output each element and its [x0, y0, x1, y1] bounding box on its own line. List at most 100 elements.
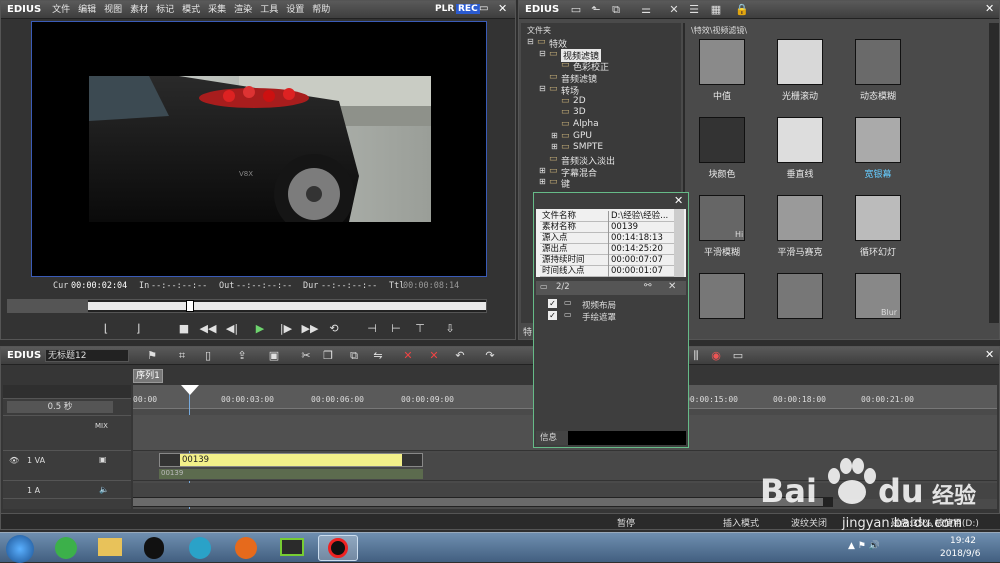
browser-task-icon[interactable]: [46, 535, 86, 561]
layer-close-icon[interactable]: ✕: [668, 281, 676, 292]
properties-icon[interactable]: ☰: [685, 2, 703, 18]
eye-icon[interactable]: 👁: [9, 456, 19, 465]
copy-icon[interactable]: ⧉: [607, 2, 625, 18]
menu-item-7[interactable]: 渲染: [230, 1, 256, 19]
effect-label[interactable]: 平滑马赛克: [765, 245, 835, 258]
status-insert[interactable]: 插入模式: [723, 516, 759, 529]
menu-item-10[interactable]: 帮助: [308, 1, 334, 19]
effect-label[interactable]: 动态模糊: [843, 89, 913, 102]
layer-link-icon[interactable]: ⚯: [644, 281, 652, 291]
record-icon[interactable]: ◉: [707, 348, 725, 364]
tree-expander-11[interactable]: ⊞: [539, 166, 546, 175]
menu-item-5[interactable]: 模式: [178, 1, 204, 19]
recorder-task-icon[interactable]: [318, 535, 358, 561]
save-icon[interactable]: ▣: [265, 348, 283, 364]
tree-expander-9[interactable]: ⊞: [551, 142, 558, 151]
menu-item-9[interactable]: 设置: [282, 1, 308, 19]
split-icon[interactable]: ⫼: [687, 348, 705, 364]
replace-icon[interactable]: ⇋: [369, 348, 387, 364]
tree-expander-8[interactable]: ⊞: [551, 131, 558, 140]
mark-out-icon[interactable]: ⌋: [129, 321, 147, 337]
layer-checkbox[interactable]: ✓: [548, 311, 557, 320]
palette-scrollbar[interactable]: [989, 23, 999, 323]
menu-item-0[interactable]: 文件: [48, 1, 74, 19]
effect-label[interactable]: 平滑模糊: [687, 245, 757, 258]
tree-item-label[interactable]: SMPTE: [573, 142, 603, 152]
menu-item-8[interactable]: 工具: [256, 1, 282, 19]
effect-thumbnail[interactable]: [855, 195, 901, 241]
ripple-delete-icon[interactable]: ✕: [425, 348, 443, 364]
menu-item-4[interactable]: 标记: [152, 1, 178, 19]
menu-item-6[interactable]: 采集: [204, 1, 230, 19]
loop-icon[interactable]: ⟲: [325, 321, 343, 337]
info-scrollbar[interactable]: [674, 209, 684, 277]
tree-expander-12[interactable]: ⊞: [539, 177, 546, 186]
qq-task-icon[interactable]: [134, 535, 174, 561]
trim-icon[interactable]: ⊤: [411, 321, 429, 337]
step-back-icon[interactable]: ◀|: [223, 321, 241, 337]
minimize-icon[interactable]: ▭: [479, 3, 488, 14]
effect-thumbnail[interactable]: [777, 117, 823, 163]
paste-icon[interactable]: ⧉: [345, 348, 363, 364]
redo-icon[interactable]: ↷: [481, 348, 499, 364]
effects-close-icon[interactable]: ✕: [985, 2, 994, 15]
rec-button[interactable]: REC: [456, 4, 480, 14]
tree-item-label[interactable]: GPU: [573, 131, 592, 141]
zoom-selector[interactable]: 0.5 秒: [7, 401, 113, 413]
layer-label[interactable]: 视频布局: [582, 299, 616, 311]
media-task-icon[interactable]: [180, 535, 220, 561]
timeline-close-icon[interactable]: ✕: [985, 348, 994, 361]
start-button[interactable]: [6, 535, 34, 563]
tree-item-label[interactable]: 2D: [573, 96, 586, 106]
tree-expander-4[interactable]: ⊟: [539, 84, 546, 93]
view-icon[interactable]: ⚌: [637, 2, 655, 18]
camera-icon[interactable]: ⌗: [173, 348, 191, 364]
overwrite-icon[interactable]: ⊢: [387, 321, 405, 337]
layer-checkbox[interactable]: ✓: [548, 299, 557, 308]
effect-label[interactable]: 垂直线: [765, 167, 835, 180]
status-ripple[interactable]: 波纹关闭: [791, 516, 827, 529]
effect-label[interactable]: 中值: [687, 89, 757, 102]
video-clip[interactable]: 00139: [159, 453, 423, 467]
timeline-scrollbar[interactable]: [133, 497, 833, 507]
effect-thumbnail[interactable]: [855, 117, 901, 163]
effect-thumbnail[interactable]: [777, 39, 823, 85]
menu-item-3[interactable]: 素材: [126, 1, 152, 19]
up-folder-icon[interactable]: ⬑: [587, 2, 605, 18]
folder-icon[interactable]: ▭: [567, 2, 585, 18]
effects-bottom-tab[interactable]: 特: [523, 325, 532, 338]
copy-clip-icon[interactable]: ❐: [319, 348, 337, 364]
open-icon[interactable]: ⇪: [233, 348, 251, 364]
new-project-icon[interactable]: ▯: [199, 348, 217, 364]
info-close-icon[interactable]: ✕: [674, 194, 683, 207]
export-icon[interactable]: ⇩: [441, 321, 459, 337]
tree-item-label[interactable]: 键: [561, 177, 570, 190]
effect-thumbnail[interactable]: [699, 273, 745, 319]
scrubber-track[interactable]: [88, 302, 486, 310]
cut-icon[interactable]: ✂: [297, 348, 315, 364]
sequence-tab[interactable]: 序列1: [133, 369, 163, 383]
edius-task-icon[interactable]: [272, 535, 312, 561]
effect-label[interactable]: 循环幻灯: [843, 245, 913, 258]
layer-label[interactable]: 手绘遮罩: [582, 311, 616, 323]
new-seq-icon[interactable]: ⚑: [143, 348, 161, 364]
effect-label[interactable]: 块颜色: [687, 167, 757, 180]
playback-scrubber[interactable]: [7, 299, 487, 313]
effect-thumbnail[interactable]: [777, 195, 823, 241]
delete-clip-icon[interactable]: ✕: [399, 348, 417, 364]
clock-time[interactable]: 19:42: [950, 536, 976, 546]
insert-icon[interactable]: ⊣: [363, 321, 381, 337]
close-icon[interactable]: ✕: [498, 2, 507, 15]
tree-expander-0[interactable]: ⊟: [527, 37, 534, 46]
undo-icon[interactable]: ↶: [451, 348, 469, 364]
menu-item-1[interactable]: 编辑: [74, 1, 100, 19]
tree-item-label[interactable]: Alpha: [573, 119, 599, 129]
plr-label[interactable]: PLR: [435, 4, 454, 14]
grid-view-icon[interactable]: ▦: [707, 2, 725, 18]
tree-expander-1[interactable]: ⊟: [539, 49, 546, 58]
explorer-task-icon[interactable]: [90, 535, 130, 561]
tray-icons[interactable]: ▲ ⚑ 🔊: [848, 541, 880, 551]
audio-waveform[interactable]: 00139: [159, 469, 423, 479]
clock-date[interactable]: 2018/9/6: [940, 549, 980, 559]
fast-forward-icon[interactable]: ▶▶: [301, 321, 319, 337]
